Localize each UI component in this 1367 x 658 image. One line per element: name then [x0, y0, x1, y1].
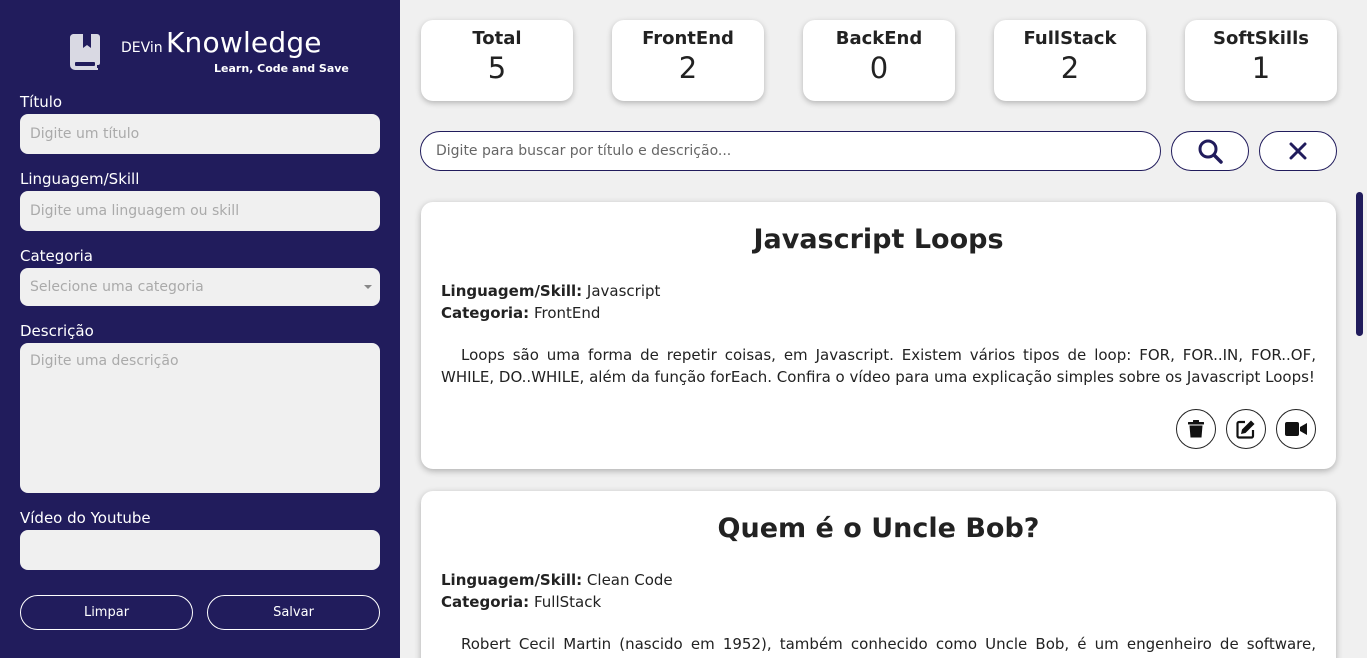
stat-value: 2 [678, 51, 698, 85]
description-textarea[interactable] [20, 343, 380, 493]
card-skill-value: Javascript [586, 282, 661, 300]
tip-card: Javascript Loops Linguagem/Skill: Javasc… [421, 202, 1336, 469]
card-category-value: FullStack [533, 593, 602, 611]
brand-tagline: Learn, Code and Save [214, 62, 349, 75]
card-category-label: Categoria: [441, 593, 530, 611]
stat-value: 5 [487, 51, 507, 85]
clear-search-button[interactable] [1259, 131, 1337, 171]
card-category: Categoria: FrontEnd [441, 302, 600, 324]
card-title: Javascript Loops [753, 224, 1004, 255]
video-camera-icon [1285, 422, 1307, 436]
caret-down-icon [364, 285, 372, 289]
skill-input[interactable] [20, 191, 380, 231]
title-input[interactable] [20, 114, 380, 154]
title-label: Título [20, 93, 63, 111]
description-label: Descrição [20, 322, 94, 340]
card-skill-label: Linguagem/Skill: [441, 571, 583, 589]
scrollbar-thumb[interactable] [1356, 192, 1363, 336]
stat-label: BackEnd [835, 28, 923, 49]
delete-button[interactable] [1176, 409, 1216, 449]
stat-softskills: SoftSkills 1 [1185, 20, 1337, 101]
video-button[interactable] [1276, 409, 1316, 449]
stat-fullstack: FullStack 2 [994, 20, 1146, 101]
sidebar: DEVin Knowledge Learn, Code and Save Tít… [0, 0, 400, 658]
card-skill: Linguagem/Skill: Javascript [441, 280, 660, 302]
stat-value: 0 [869, 51, 889, 85]
stat-frontend: FrontEnd 2 [612, 20, 764, 101]
stat-label: FullStack [1023, 28, 1117, 49]
card-description: Robert Cecil Martin (nascido em 1952), t… [441, 635, 1316, 658]
book-bookmark-icon [70, 34, 100, 70]
save-button[interactable]: Salvar [207, 595, 380, 630]
tip-card: Quem é o Uncle Bob? Linguagem/Skill: Cle… [421, 491, 1336, 658]
search-input[interactable] [420, 131, 1161, 171]
card-category-label: Categoria: [441, 304, 530, 322]
logo: DEVin Knowledge Learn, Code and Save [70, 26, 349, 75]
card-skill-label: Linguagem/Skill: [441, 282, 583, 300]
edit-icon [1236, 420, 1255, 439]
brand-prefix: DEVin [121, 40, 163, 56]
card-skill-value: Clean Code [586, 571, 673, 589]
card-category-value: FrontEnd [533, 304, 601, 322]
trash-icon [1188, 420, 1204, 438]
category-label: Categoria [20, 247, 94, 265]
brand-name: Knowledge [166, 26, 322, 59]
clear-button[interactable]: Limpar [20, 595, 193, 630]
category-select-placeholder: Selecione uma categoria [30, 279, 204, 295]
skill-label: Linguagem/Skill [20, 170, 140, 188]
edit-button[interactable] [1226, 409, 1266, 449]
stat-label: Total [472, 28, 522, 49]
close-icon [1289, 142, 1307, 160]
category-select[interactable]: Selecione uma categoria [20, 268, 380, 306]
video-input[interactable] [20, 530, 380, 570]
card-title: Quem é o Uncle Bob? [717, 513, 1040, 544]
stat-backend: BackEnd 0 [803, 20, 955, 101]
card-skill: Linguagem/Skill: Clean Code [441, 569, 673, 591]
stat-value: 1 [1251, 51, 1271, 85]
video-label: Vídeo do Youtube [20, 509, 151, 527]
stat-total: Total 5 [421, 20, 573, 101]
stat-label: SoftSkills [1213, 28, 1309, 49]
stat-label: FrontEnd [642, 28, 734, 49]
stat-value: 2 [1060, 51, 1080, 85]
card-description: Loops são uma forma de repetir coisas, e… [441, 346, 1316, 386]
card-actions [1176, 409, 1316, 449]
search-button[interactable] [1171, 131, 1249, 171]
card-category: Categoria: FullStack [441, 591, 601, 613]
search-icon [1198, 139, 1223, 164]
